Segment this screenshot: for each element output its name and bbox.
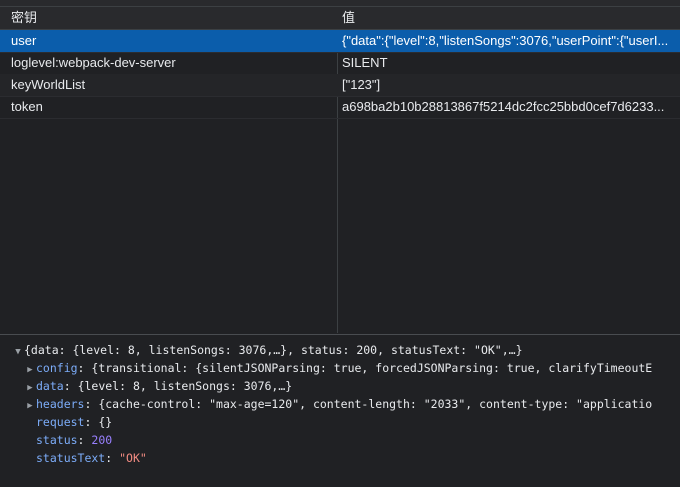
row-key: user xyxy=(11,33,37,48)
table-row[interactable]: keyWorldList ["123"] xyxy=(0,74,680,97)
top-toolbar-strip xyxy=(0,0,680,7)
property-statusText: statusText: "OK" xyxy=(36,451,147,465)
property-request: request: {} xyxy=(36,415,113,429)
row-value: SILENT xyxy=(342,55,388,70)
column-header-key[interactable]: 密钥 xyxy=(11,7,333,29)
property-data[interactable]: ▶ data: {level: 8, listenSongs: 3076,…} xyxy=(24,377,680,395)
table-header: 密钥 值 xyxy=(0,7,680,30)
triangle-right-icon[interactable]: ▶ xyxy=(24,379,36,395)
column-header-value[interactable]: 值 xyxy=(342,7,676,29)
row-key: loglevel:webpack-dev-server xyxy=(11,55,176,70)
row-value: a698ba2b10b28813867f5214dc2fcc25bbd0cef7… xyxy=(342,99,665,114)
triangle-down-icon[interactable]: ▼ xyxy=(12,343,24,359)
property-config[interactable]: ▶ config: {transitional: {silentJSONParsi… xyxy=(24,359,680,377)
property-status: status: 200 xyxy=(36,433,113,447)
table-row[interactable]: loglevel:webpack-dev-server SILENT xyxy=(0,52,680,75)
storage-table: 密钥 值 user {"data":{"level":8,"listenSong… xyxy=(0,7,680,333)
object-summary: {data: {level: 8, listenSongs: 3076,…}, … xyxy=(24,343,523,357)
object-summary-line[interactable]: ▼ {data: {level: 8, listenSongs: 3076,…},… xyxy=(12,341,680,359)
property-headers[interactable]: ▶ headers: {cache-control: "max-age=120",… xyxy=(24,395,680,413)
row-value: {"data":{"level":8,"listenSongs":3076,"u… xyxy=(342,33,669,48)
row-value: ["123"] xyxy=(342,77,381,92)
table-row[interactable]: token a698ba2b10b28813867f5214dc2fcc25bb… xyxy=(0,96,680,119)
row-key: keyWorldList xyxy=(11,77,86,92)
row-key: token xyxy=(11,99,43,114)
triangle-right-icon[interactable]: ▶ xyxy=(24,397,36,413)
value-preview-panel: ▼ {data: {level: 8, listenSongs: 3076,…},… xyxy=(0,334,680,487)
table-row[interactable]: user {"data":{"level":8,"listenSongs":30… xyxy=(0,30,680,53)
triangle-right-icon[interactable]: ▶ xyxy=(24,361,36,377)
